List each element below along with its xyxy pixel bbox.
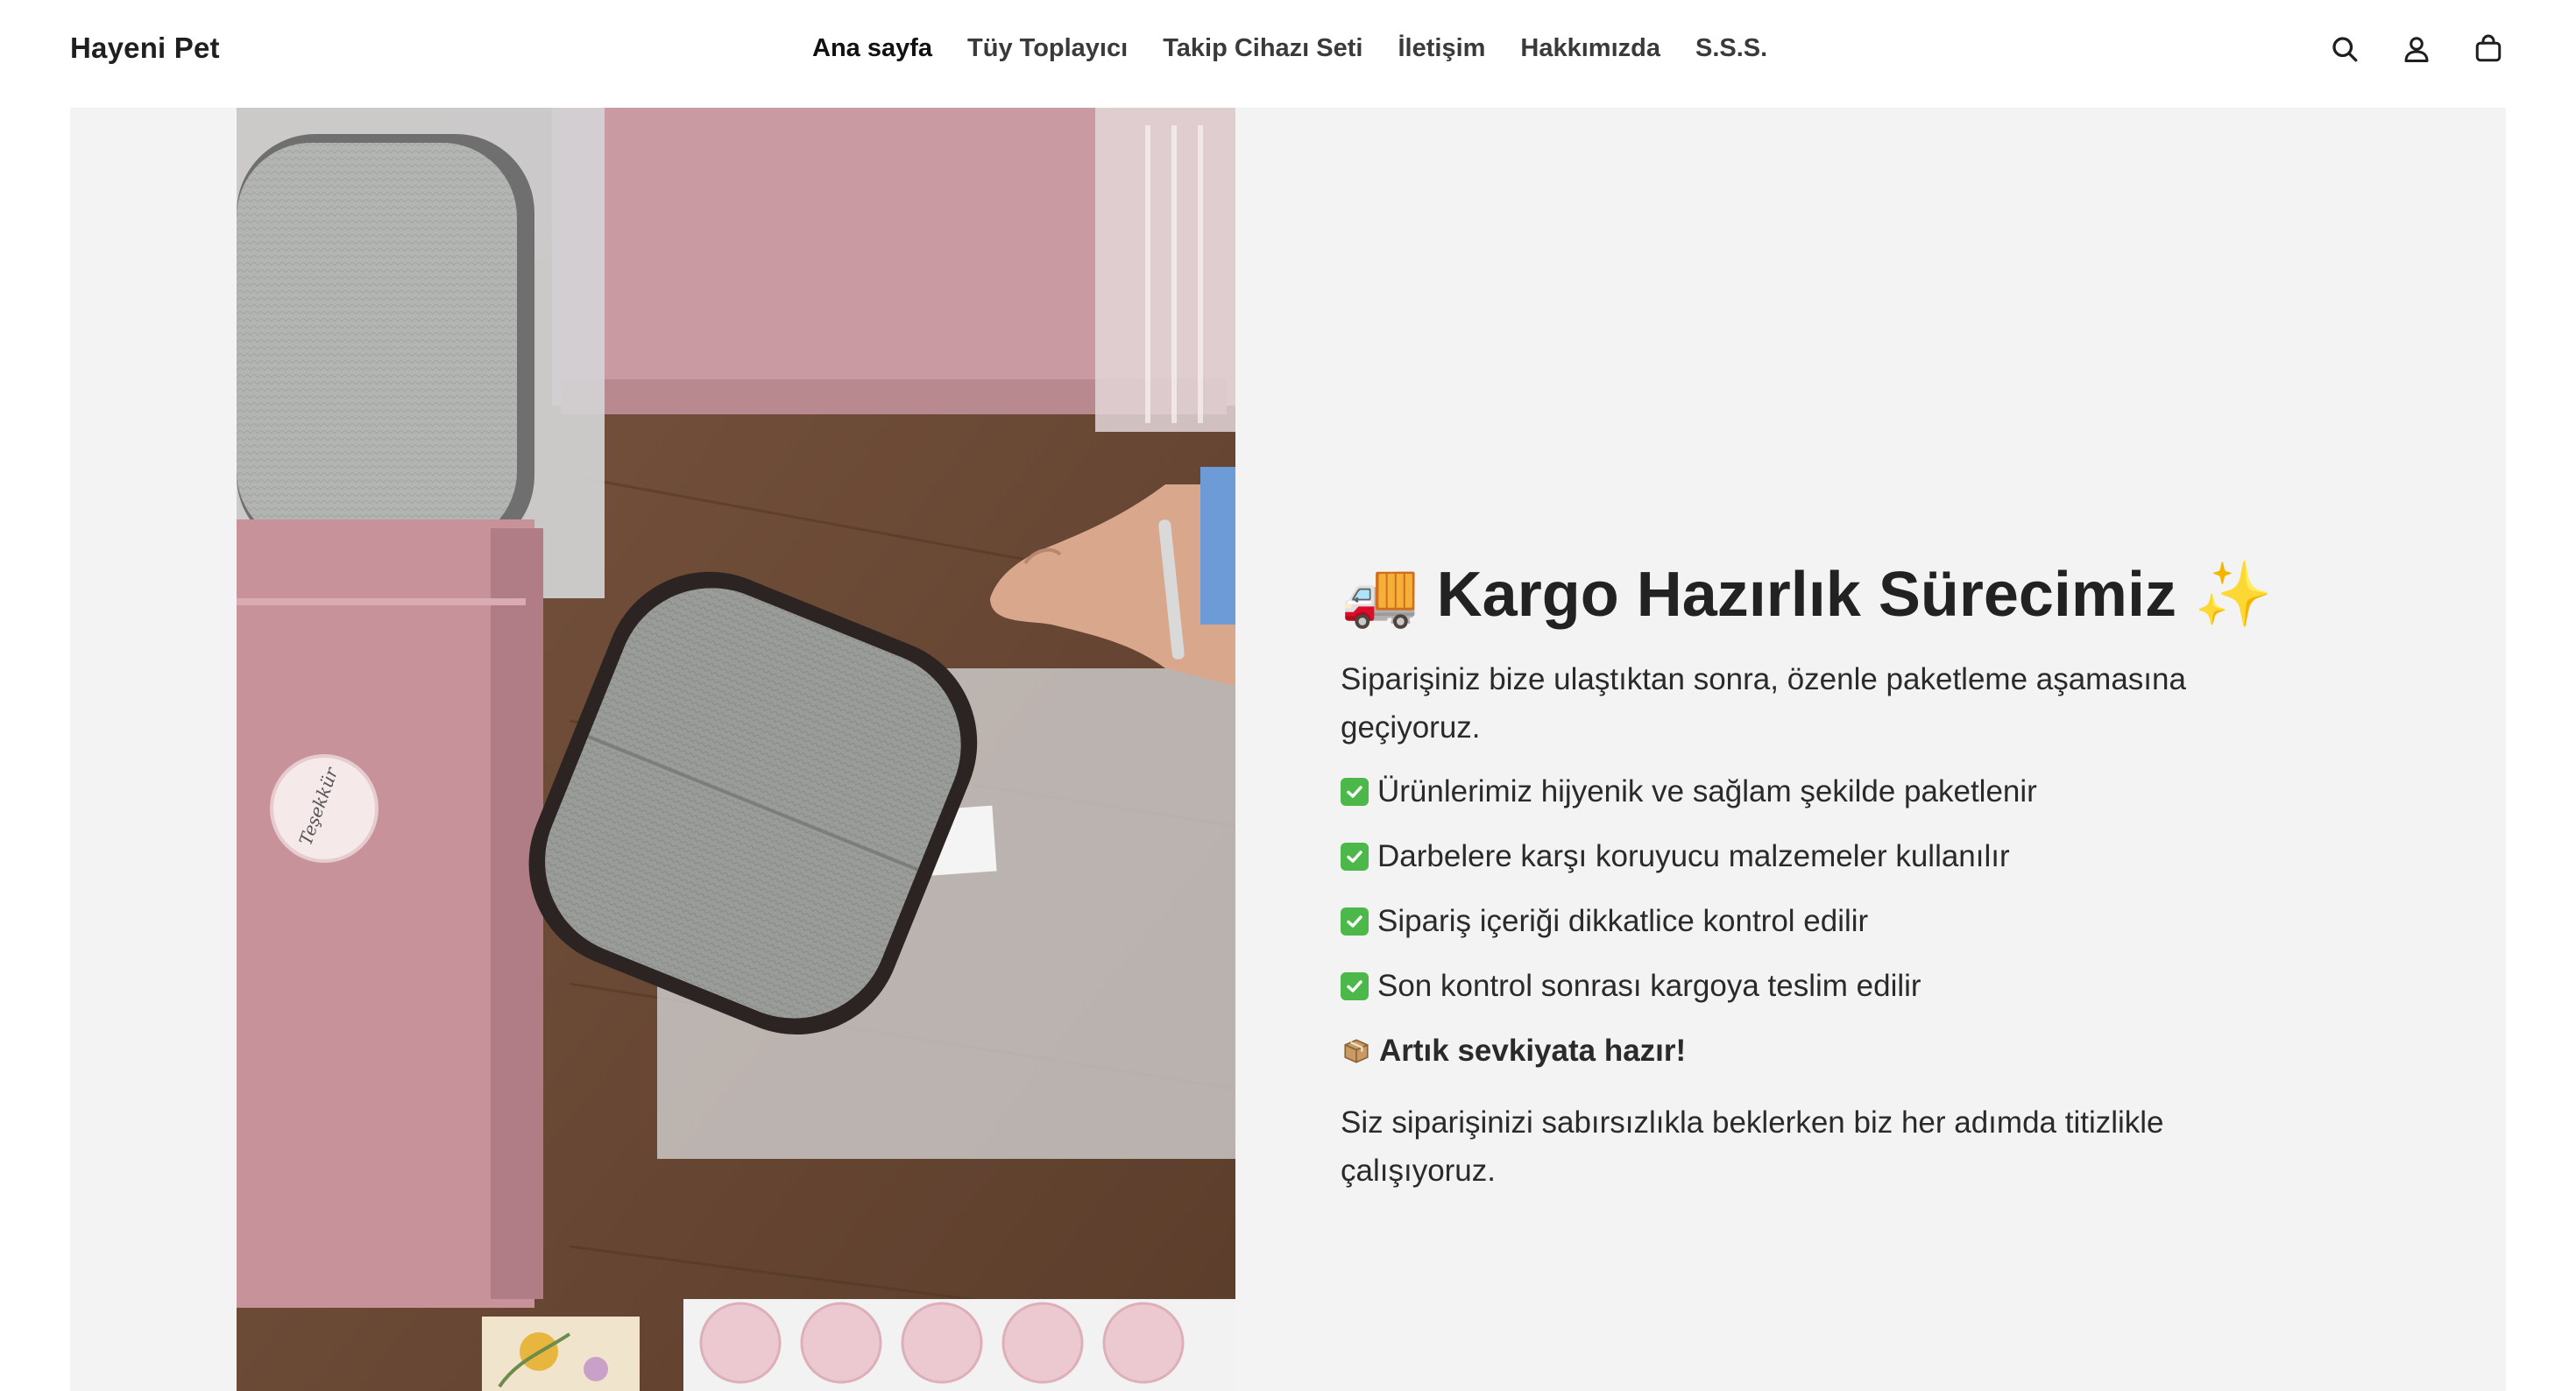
nav-item-takip-cihazi-seti[interactable]: Takip Cihazı Seti xyxy=(1163,32,1362,65)
checklist-item: Sipariş içeriği dikkatlice kontrol edili… xyxy=(1341,904,2304,939)
sparkles-icon: ✨ xyxy=(2193,557,2273,631)
nav-item-home[interactable]: Ana sayfa xyxy=(812,32,932,65)
checkmark-icon xyxy=(1341,843,1369,871)
checkmark-icon xyxy=(1341,907,1369,936)
checklist-item: Darbelere karşı koruyucu malzemeler kull… xyxy=(1341,839,2304,874)
section-lead: Siparişiniz bize ulaştıktan sonra, özenl… xyxy=(1341,662,2186,745)
closing-text: Siz siparişinizi sabırsızlıkla beklerken… xyxy=(1341,1105,2164,1188)
process-checklist: Ürünlerimiz hijyenik ve sağlam şekilde p… xyxy=(1341,774,2304,1004)
package-icon xyxy=(1344,1039,1369,1063)
truck-icon: 🚚 xyxy=(1341,557,1419,631)
checklist-item-text: Sipariş içeriği dikkatlice kontrol edili… xyxy=(1377,904,1869,938)
cart-button[interactable] xyxy=(2469,30,2508,68)
nav-item-iletisim[interactable]: İletişim xyxy=(1398,32,1485,65)
checklist-item-text: Darbelere karşı koruyucu malzemeler kull… xyxy=(1377,839,2010,873)
search-button[interactable] xyxy=(2325,30,2364,68)
checkmark-icon xyxy=(1341,972,1369,1000)
ready-line: Artık sevkiyata hazır! xyxy=(1341,1034,2304,1069)
header-icons xyxy=(2292,30,2508,68)
site-header: Hayeni Pet Ana sayfa Tüy Toplayıcı Takip… xyxy=(0,0,2576,108)
section-title-text: Kargo Hazırlık Sürecimiz xyxy=(1436,560,2176,630)
cart-icon xyxy=(2475,34,2502,62)
nav-item-hakkimizda[interactable]: Hakkımızda xyxy=(1520,32,1660,65)
checklist-item: Ürünlerimiz hijyenik ve sağlam şekilde p… xyxy=(1341,774,2304,809)
ready-text: Artık sevkiyata hazır! xyxy=(1379,1034,1687,1068)
packaging-photo: Teşekkür xyxy=(237,108,1235,1391)
packaging-illustration: Teşekkür xyxy=(237,108,1235,1391)
shipping-process-section: Teşekkür 🚚 Kargo Hazırlık Sürecimiz ✨ Si… xyxy=(70,108,2506,1391)
checklist-item: Son kontrol sonrası kargoya teslim edili… xyxy=(1341,969,2304,1004)
section-title: 🚚 Kargo Hazırlık Sürecimiz ✨ xyxy=(1341,554,2304,634)
account-button[interactable] xyxy=(2397,30,2436,68)
shipping-process-content: 🚚 Kargo Hazırlık Sürecimiz ✨ Siparişiniz… xyxy=(1341,554,2304,1195)
main-nav: Ana sayfa Tüy Toplayıcı Takip Cihazı Set… xyxy=(812,32,1802,65)
nav-item-tuy-toplayici[interactable]: Tüy Toplayıcı xyxy=(967,32,1128,65)
nav-item-sss[interactable]: S.S.S. xyxy=(1695,32,1767,65)
checklist-item-text: Son kontrol sonrası kargoya teslim edili… xyxy=(1377,969,1921,1003)
checkmark-icon xyxy=(1341,778,1369,806)
checklist-item-text: Ürünlerimiz hijyenik ve sağlam şekilde p… xyxy=(1377,774,2037,808)
brand-logo[interactable]: Hayeni Pet xyxy=(70,32,220,65)
search-icon xyxy=(2332,37,2358,62)
account-icon xyxy=(2404,37,2429,62)
